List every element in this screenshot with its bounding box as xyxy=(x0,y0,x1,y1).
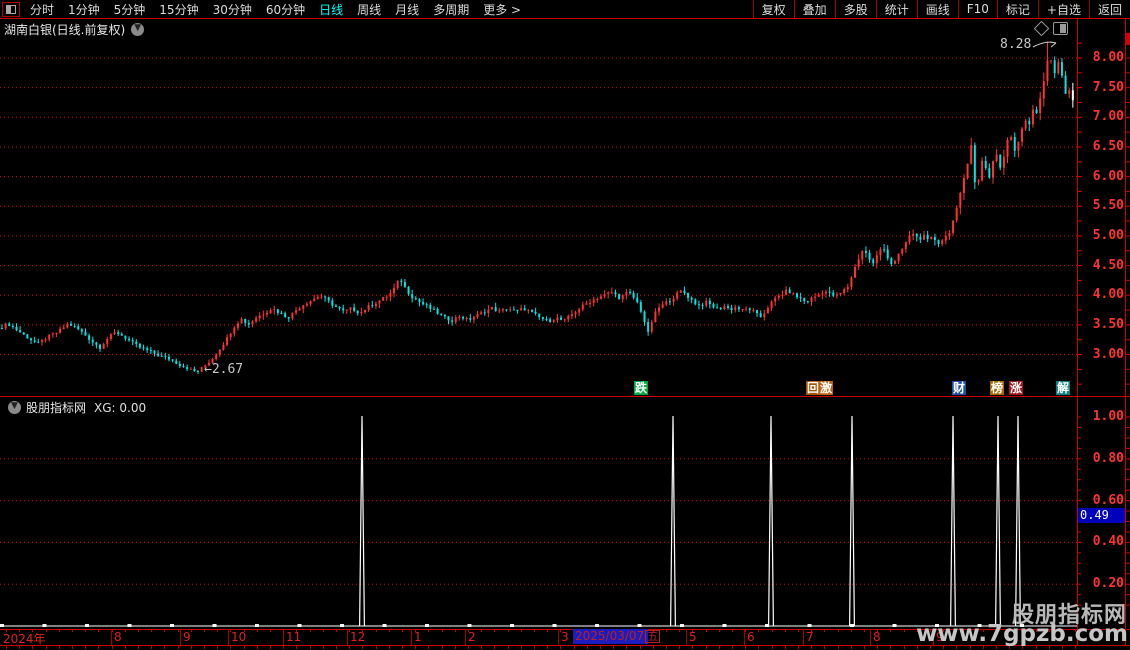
timeline-label-6[interactable]: 6 xyxy=(747,630,755,644)
timeline-label-11[interactable]: 11 xyxy=(286,630,301,644)
timeline-label-8[interactable]: 8 xyxy=(873,630,881,644)
timeline-label-12[interactable]: 12 xyxy=(350,630,365,644)
watermark-site-url: www.7gpzb.com xyxy=(916,621,1128,647)
selected-date: 2025/03/07 xyxy=(575,629,645,643)
timeline-divider xyxy=(870,629,871,645)
timeline-divider xyxy=(228,629,229,645)
timeline-divider xyxy=(465,629,466,645)
timeline-label-10[interactable]: 10 xyxy=(231,630,246,644)
axis-ticks xyxy=(1077,33,1130,606)
timeline-label-1[interactable]: 1 xyxy=(414,630,422,644)
timeline-divider xyxy=(347,629,348,645)
timeline-divider xyxy=(686,629,687,645)
timeline-label-9[interactable]: 9 xyxy=(183,630,191,644)
selected-weekday: 五 xyxy=(645,630,661,643)
indicator-current-value-box: 0.49 xyxy=(1078,508,1125,523)
timeline-divider xyxy=(803,629,804,645)
timeline-label-3[interactable]: 3 xyxy=(561,630,569,644)
timeline-divider xyxy=(180,629,181,645)
timeline-label-7[interactable]: 7 xyxy=(806,630,814,644)
selected-date-box: 2025/03/07 五 xyxy=(573,629,661,644)
timeline-label-5[interactable]: 5 xyxy=(689,630,697,644)
app-window: 分时 1分钟 5分钟 15分钟 30分钟 60分钟 日线 周线 月线 多周期 更多 > 复权 叠加 多股… xyxy=(0,0,1130,650)
timeline-label-8[interactable]: 8 xyxy=(114,630,122,644)
timeline-label-2[interactable]: 2 xyxy=(468,630,476,644)
timeline-divider xyxy=(558,629,559,645)
timeline-divider xyxy=(411,629,412,645)
